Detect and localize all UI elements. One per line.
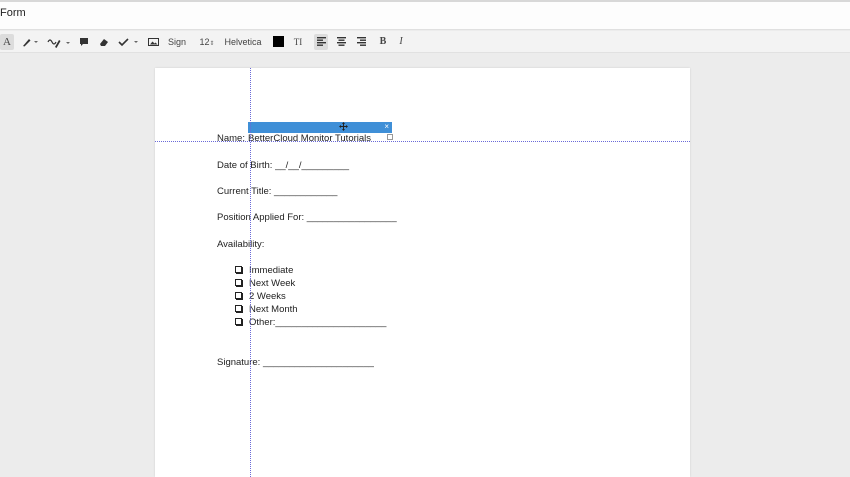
- signature-label: Signature:: [217, 357, 261, 368]
- comment-tool-button[interactable]: [77, 34, 91, 50]
- checkbox-next-month: [235, 305, 242, 312]
- align-left-button[interactable]: [314, 34, 328, 50]
- date-of-birth-field: Date of Birth: __/__/_________: [217, 160, 349, 171]
- position-label: Position Applied For:: [217, 212, 305, 223]
- stepper-icon: ⇕: [209, 41, 215, 47]
- option-other: Other:_____________________: [249, 317, 387, 328]
- align-center-button[interactable]: [334, 34, 348, 50]
- pen-tool-button[interactable]: [20, 34, 40, 50]
- text-tool-button[interactable]: A: [0, 34, 14, 50]
- horizontal-alignment-guide: [155, 141, 690, 142]
- highlighter-tool-button[interactable]: [46, 34, 72, 50]
- text-box-handle[interactable]: ×: [248, 122, 392, 133]
- current-title-blank: ____________: [274, 186, 338, 197]
- bold-button[interactable]: B: [376, 34, 390, 50]
- pen-icon: [23, 39, 38, 47]
- color-swatch: [272, 36, 284, 47]
- checkbox-immediate: [235, 266, 242, 273]
- close-icon[interactable]: ×: [384, 121, 389, 132]
- align-center-icon: [336, 37, 346, 46]
- font-size-select[interactable]: 12⇕: [197, 34, 217, 50]
- font-size-value: 12: [199, 37, 210, 47]
- italic-button[interactable]: I: [394, 34, 408, 50]
- date-of-birth-label: Date of Birth:: [217, 160, 273, 171]
- text-style-button[interactable]: TI: [291, 34, 305, 50]
- vertical-alignment-guide: [250, 68, 251, 477]
- name-label: Name:: [217, 133, 245, 144]
- eraser-tool-button[interactable]: [97, 34, 111, 50]
- signature-blank: _____________________: [262, 357, 374, 368]
- option-2-weeks: 2 Weeks: [249, 291, 286, 302]
- option-next-week: Next Week: [249, 278, 296, 289]
- current-title-label: Current Title:: [217, 186, 272, 197]
- checkmark-icon: [118, 38, 138, 47]
- availability-label: Availability:: [217, 239, 265, 250]
- current-title-field: Current Title: ____________: [217, 186, 337, 197]
- resize-handle[interactable]: [387, 134, 393, 140]
- signature-field: Signature: _____________________: [217, 357, 374, 368]
- speech-bubble-icon: [80, 38, 88, 46]
- text-color-button[interactable]: [271, 34, 285, 50]
- annotation-toolbar: A Sign 12⇕ Helvetica TI B I: [0, 31, 850, 53]
- position-blank: _________________: [306, 212, 397, 223]
- window-title: Form: [0, 7, 26, 19]
- font-family-select[interactable]: Helvetica: [224, 34, 262, 50]
- align-right-button[interactable]: [354, 34, 368, 50]
- title-bar: Form: [0, 0, 850, 30]
- highlighter-icon: [47, 39, 70, 48]
- checkbox-next-week: [235, 279, 242, 286]
- eraser-icon: [100, 39, 108, 46]
- checkmark-tool-button[interactable]: [117, 34, 141, 50]
- sign-button[interactable]: Sign: [166, 34, 188, 50]
- date-of-birth-blank: __/__/_________: [275, 160, 350, 171]
- align-right-icon: [356, 37, 366, 46]
- image-icon: [147, 38, 159, 46]
- option-next-month: Next Month: [249, 304, 298, 315]
- option-immediate: Immediate: [249, 265, 294, 276]
- position-field: Position Applied For: _________________: [217, 212, 397, 223]
- move-icon[interactable]: [338, 121, 349, 132]
- align-left-icon: [316, 37, 326, 46]
- name-text-box[interactable]: BetterCloud Monitor Tutorials: [248, 133, 371, 144]
- image-tool-button[interactable]: [146, 34, 160, 50]
- checkbox-other: [235, 318, 242, 325]
- checkbox-2-weeks: [235, 292, 242, 299]
